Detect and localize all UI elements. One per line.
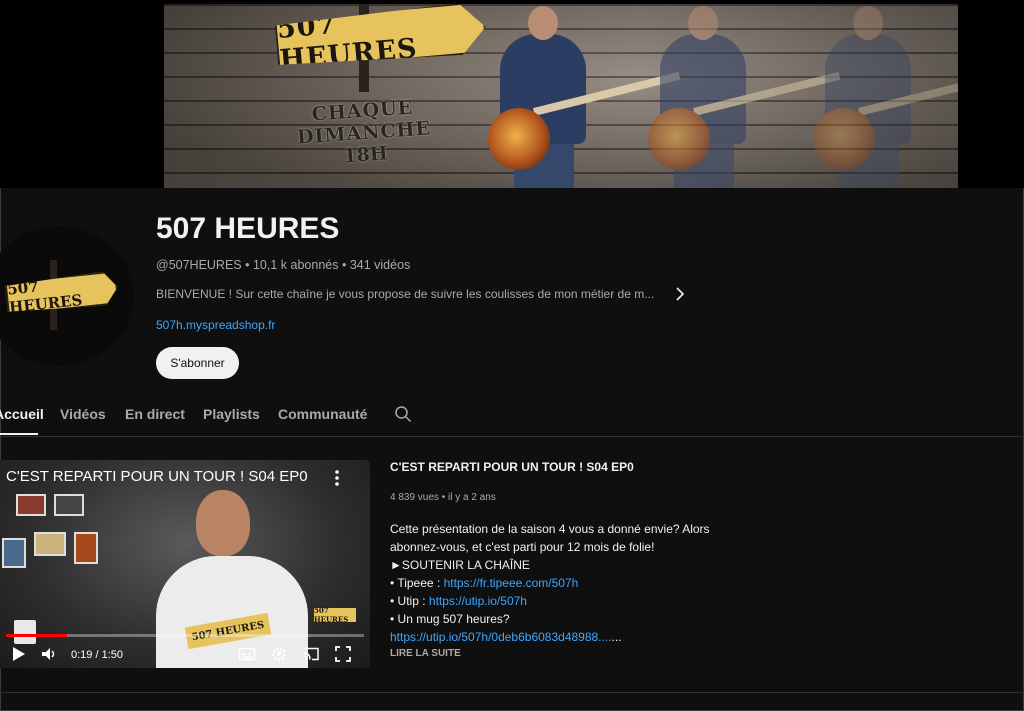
player-overlay-title[interactable]: C'EST REPARTI POUR UN TOUR ! S04 EP0 <box>6 468 308 485</box>
settings-gear-icon[interactable] <box>270 645 288 663</box>
wall-frame <box>16 494 46 516</box>
channel-handle: @507HEURES <box>156 258 242 272</box>
video-title[interactable]: C'EST REPARTI POUR UN TOUR ! S04 EP0 <box>390 460 634 474</box>
desc-line: • Utip : https://utip.io/507h <box>390 592 730 610</box>
banner-schedule: CHAQUE DIMANCHE 18H <box>242 92 486 175</box>
desc-ellipsis: ... <box>611 630 622 644</box>
view-count: 4 839 vues <box>390 492 439 503</box>
tab-videos[interactable]: Vidéos <box>60 406 106 422</box>
tab-playlists[interactable]: Playlists <box>203 406 260 422</box>
banner-image: 507 HEURES CHAQUE DIMANCHE 18H <box>164 4 958 188</box>
wall-frame <box>74 532 98 564</box>
meta-separator: • <box>341 258 350 272</box>
guitarist-figure-echo <box>634 4 841 188</box>
featured-video-player[interactable]: 507 HEURES 507 HEURES C'EST REPARTI POUR… <box>0 460 370 668</box>
meta-separator: • <box>245 258 253 272</box>
channel-banner: 507 HEURES CHAQUE DIMANCHE 18H <box>0 0 1024 188</box>
guitarist-figure <box>474 4 681 188</box>
video-stats: 4 839 vues • il y a 2 ans <box>390 492 496 503</box>
fullscreen-icon[interactable] <box>334 645 352 663</box>
guitarist-figure-echo <box>799 4 958 188</box>
video-description: Cette présentation de la saison 4 vous a… <box>390 520 730 646</box>
tipeee-link[interactable]: https://fr.tipeee.com/507h <box>444 576 579 590</box>
volume-icon[interactable] <box>40 645 58 663</box>
desc-line: abonnez-vous, et c'est parti pour 12 moi… <box>390 540 655 554</box>
desc-line: • Tipeee : https://fr.tipeee.com/507h <box>390 574 730 592</box>
tab-en-direct[interactable]: En direct <box>125 406 185 422</box>
read-more-button[interactable]: LIRE LA SUITE <box>390 648 461 659</box>
desc-line: • Un mug 507 heures? <box>390 612 510 626</box>
tab-accueil[interactable]: Accueil <box>0 406 44 422</box>
upload-age: il y a 2 ans <box>448 492 496 503</box>
desc-line: Cette présentation de la saison 4 vous a… <box>390 522 710 536</box>
play-icon[interactable] <box>9 645 27 663</box>
time-total: 1:50 <box>101 649 124 661</box>
subscribe-button[interactable]: S'abonner <box>156 347 239 379</box>
cast-icon[interactable] <box>302 645 320 663</box>
presenter-head <box>196 490 250 556</box>
wall-frame <box>54 494 84 516</box>
desc-line: https://utip.io/507h/0deb6b6083d48988...… <box>390 628 730 646</box>
avatar-sign: 507 HEURES <box>5 270 120 316</box>
channel-meta: @507HEURES • 10,1 k abonnés • 341 vidéos <box>156 258 410 272</box>
time-current: 0:19 <box>71 649 93 661</box>
progress-fill <box>6 634 67 637</box>
channel-description[interactable]: BIENVENUE ! Sur cette chaîne je vous pro… <box>156 287 666 301</box>
time-display: 0:19 / 1:50 <box>71 649 123 661</box>
channel-avatar[interactable]: 507 HEURES <box>0 226 134 366</box>
banner-sign: 507 HEURES <box>274 4 488 71</box>
active-tab-indicator <box>0 433 38 435</box>
search-icon[interactable] <box>394 405 412 423</box>
channel-tabs: Accueil Vidéos En direct Playlists Commu… <box>0 396 1024 437</box>
wall-frame <box>2 538 26 568</box>
desc-line: ►SOUTENIR LA CHAÎNE <box>390 558 530 572</box>
channel-external-link[interactable]: 507h.myspreadshop.fr <box>156 318 275 332</box>
subscriber-count: 10,1 k abonnés <box>252 258 339 272</box>
utip-label: • Utip : <box>390 594 429 608</box>
progress-bar[interactable] <box>6 634 364 637</box>
tipeee-label: • Tipeee : <box>390 576 444 590</box>
subtitles-icon[interactable] <box>238 645 256 663</box>
player-controls: 0:19 / 1:50 <box>0 638 370 668</box>
mug-link[interactable]: https://utip.io/507h/0deb6b6083d48988...… <box>390 630 612 644</box>
mini-sign: 507 HEURES <box>314 606 356 624</box>
chevron-right-icon[interactable] <box>672 285 688 303</box>
more-vert-icon[interactable] <box>330 468 344 488</box>
section-divider <box>0 692 1024 693</box>
channel-name: 507 HEURES <box>156 212 340 245</box>
video-count: 341 vidéos <box>349 258 411 272</box>
tab-communaute[interactable]: Communauté <box>278 406 367 422</box>
wall-frame <box>34 532 66 556</box>
utip-link[interactable]: https://utip.io/507h <box>429 594 527 608</box>
